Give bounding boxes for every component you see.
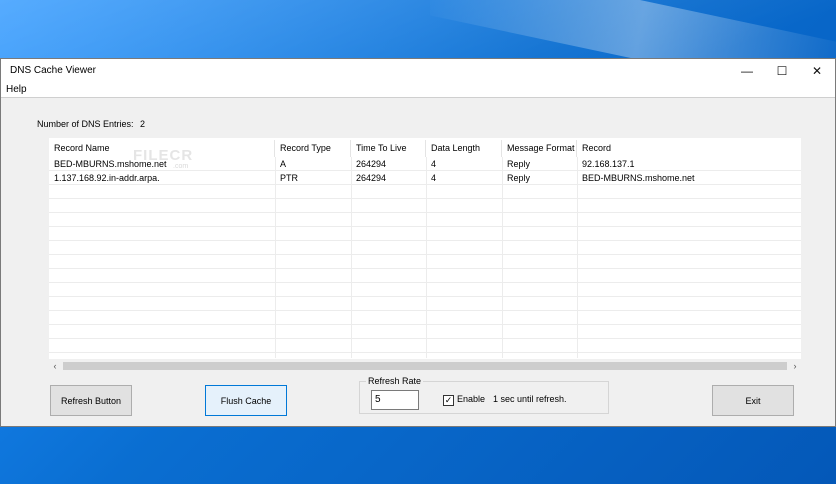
grid-line-horizontal — [49, 240, 801, 241]
table-row[interactable]: 1.137.168.92.in-addr.arpa. PTR 264294 4 … — [49, 171, 801, 185]
grid-line-horizontal — [49, 310, 801, 311]
grid-line-horizontal — [49, 338, 801, 339]
cell-record-type: A — [280, 159, 287, 169]
minimize-icon: — — [741, 63, 753, 78]
maximize-icon: ☐ — [776, 63, 788, 78]
flush-cache-button[interactable]: Flush Cache — [205, 385, 287, 416]
refresh-button[interactable]: Refresh Button — [50, 385, 132, 416]
minimize-button[interactable]: — — [729, 59, 765, 82]
grid-line-horizontal — [49, 352, 801, 353]
client-area: Number of DNS Entries: 2 Record Name Rec… — [1, 99, 835, 426]
dns-records-table[interactable]: Record Name Record Type Time To Live Dat… — [49, 138, 801, 373]
grid-line-vertical — [426, 157, 427, 358]
column-header-message-format[interactable]: Message Format — [502, 140, 577, 157]
window-title: DNS Cache Viewer — [10, 65, 96, 76]
exit-button[interactable]: Exit — [712, 385, 794, 416]
maximize-button[interactable]: ☐ — [764, 59, 800, 82]
refresh-rate-title: Refresh Rate — [366, 376, 424, 386]
refresh-rate-input[interactable]: 5 — [371, 390, 419, 410]
grid-line-vertical — [577, 157, 578, 358]
grid-line-vertical — [351, 157, 352, 358]
horizontal-scrollbar[interactable]: ‹ › — [49, 359, 801, 373]
scroll-left-icon[interactable]: ‹ — [49, 359, 61, 373]
cell-record-name: BED-MBURNS.mshome.net — [54, 159, 167, 169]
grid-line-horizontal — [49, 324, 801, 325]
cell-data-length: 4 — [431, 173, 437, 183]
title-bar[interactable]: DNS Cache Viewer — ☐ ✕ — [1, 59, 835, 82]
grid-line-vertical — [502, 157, 503, 358]
check-icon: ✓ — [444, 395, 453, 405]
grid-line-horizontal — [49, 198, 801, 199]
enable-label[interactable]: Enable — [457, 394, 485, 404]
dns-cache-viewer-window: DNS Cache Viewer — ☐ ✕ Help Number of DN… — [0, 58, 836, 427]
scroll-right-icon[interactable]: › — [789, 359, 801, 373]
cell-record: 92.168.137.1 — [582, 159, 635, 169]
refresh-rate-group: Refresh Rate 5 ✓ Enable 1 sec until refr… — [359, 376, 609, 414]
column-header-record-type[interactable]: Record Type — [275, 140, 351, 157]
grid-line-horizontal — [49, 226, 801, 227]
grid-line-horizontal — [49, 296, 801, 297]
column-header-ttl[interactable]: Time To Live — [351, 140, 426, 157]
close-button[interactable]: ✕ — [799, 59, 835, 82]
cell-record-type: PTR — [280, 173, 298, 183]
table-row[interactable]: BED-MBURNS.mshome.net A 264294 4 Reply 9… — [49, 157, 801, 171]
grid-line-horizontal — [49, 184, 801, 185]
grid-line-vertical — [275, 157, 276, 358]
refresh-countdown-status: 1 sec until refresh. — [493, 394, 567, 404]
cell-ttl: 264294 — [356, 173, 387, 183]
grid-line-horizontal — [49, 254, 801, 255]
grid-line-horizontal — [49, 212, 801, 213]
cell-message-format: Reply — [507, 173, 531, 183]
grid-line-horizontal — [49, 170, 801, 171]
cell-message-format: Reply — [507, 159, 531, 169]
scrollbar-thumb[interactable] — [63, 362, 787, 370]
column-header-data-length[interactable]: Data Length — [426, 140, 502, 157]
enable-checkbox[interactable]: ✓ — [443, 395, 454, 406]
close-icon: ✕ — [811, 63, 823, 78]
cell-record: BED-MBURNS.mshome.net — [582, 173, 695, 183]
grid-line-horizontal — [49, 282, 801, 283]
menu-bar: Help — [1, 82, 835, 98]
cell-record-name: 1.137.168.92.in-addr.arpa. — [54, 173, 160, 183]
menu-item-help[interactable]: Help — [6, 84, 27, 95]
cell-data-length: 4 — [431, 159, 437, 169]
cell-ttl: 264294 — [356, 159, 387, 169]
entry-count-value: 2 — [140, 119, 146, 129]
column-header-record[interactable]: Record — [577, 140, 801, 157]
grid-line-horizontal — [49, 268, 801, 269]
entry-count-label: Number of DNS Entries: — [37, 119, 134, 129]
dns-entry-count: Number of DNS Entries: 2 — [37, 119, 149, 129]
